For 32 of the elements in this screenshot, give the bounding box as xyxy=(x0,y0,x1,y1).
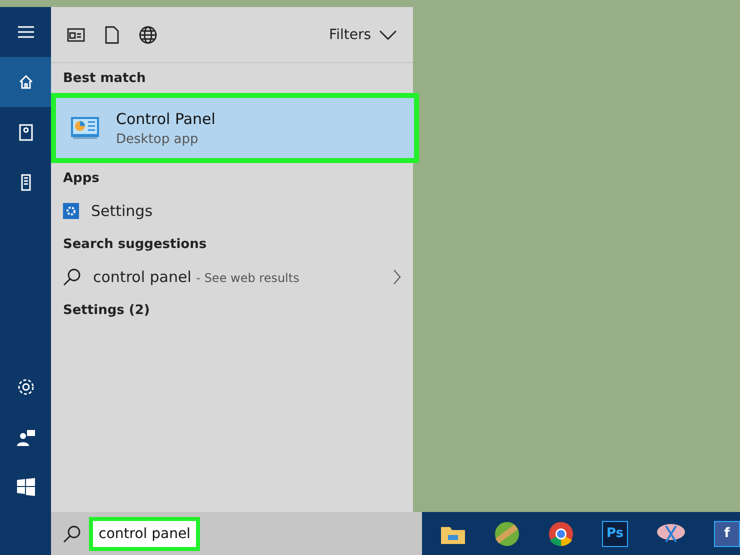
control-panel-icon xyxy=(70,116,100,140)
apps-icon[interactable] xyxy=(67,28,85,42)
document-icon[interactable] xyxy=(105,26,119,44)
search-field[interactable]: control panel xyxy=(88,516,200,550)
result-title: Control Panel xyxy=(116,110,216,128)
facebook-icon[interactable]: f xyxy=(714,520,740,546)
settings-icon xyxy=(16,378,34,396)
section-heading: Settings (2) xyxy=(62,302,151,320)
section-heading: Apps xyxy=(62,170,100,188)
section-heading: Best match xyxy=(62,70,147,88)
menu-icon xyxy=(16,25,34,39)
section-heading: Search suggestions xyxy=(62,236,208,254)
photoshop-icon[interactable]: Ps xyxy=(602,520,628,546)
notebook-icon xyxy=(18,124,32,140)
browser-icon[interactable] xyxy=(548,520,574,546)
suggestion-result[interactable]: control panel - See web results xyxy=(51,259,413,295)
filters-button[interactable]: Filters xyxy=(329,26,397,42)
search-icon xyxy=(63,268,81,286)
person-icon xyxy=(16,428,34,446)
scissors-icon[interactable] xyxy=(656,522,686,546)
best-match-result[interactable]: Control Panel Desktop app xyxy=(51,93,419,163)
result-subtitle: Desktop app xyxy=(116,132,200,146)
chevron-icon xyxy=(393,269,401,285)
app-result[interactable]: Settings xyxy=(51,193,413,229)
game-icon[interactable] xyxy=(494,520,520,546)
search-icon xyxy=(62,524,81,542)
home-icon xyxy=(18,74,34,90)
gear-icon xyxy=(63,203,79,219)
phone-icon xyxy=(20,174,30,190)
chevron-down-icon xyxy=(379,30,397,40)
globe-icon[interactable] xyxy=(139,26,157,44)
windows-icon xyxy=(16,478,34,496)
